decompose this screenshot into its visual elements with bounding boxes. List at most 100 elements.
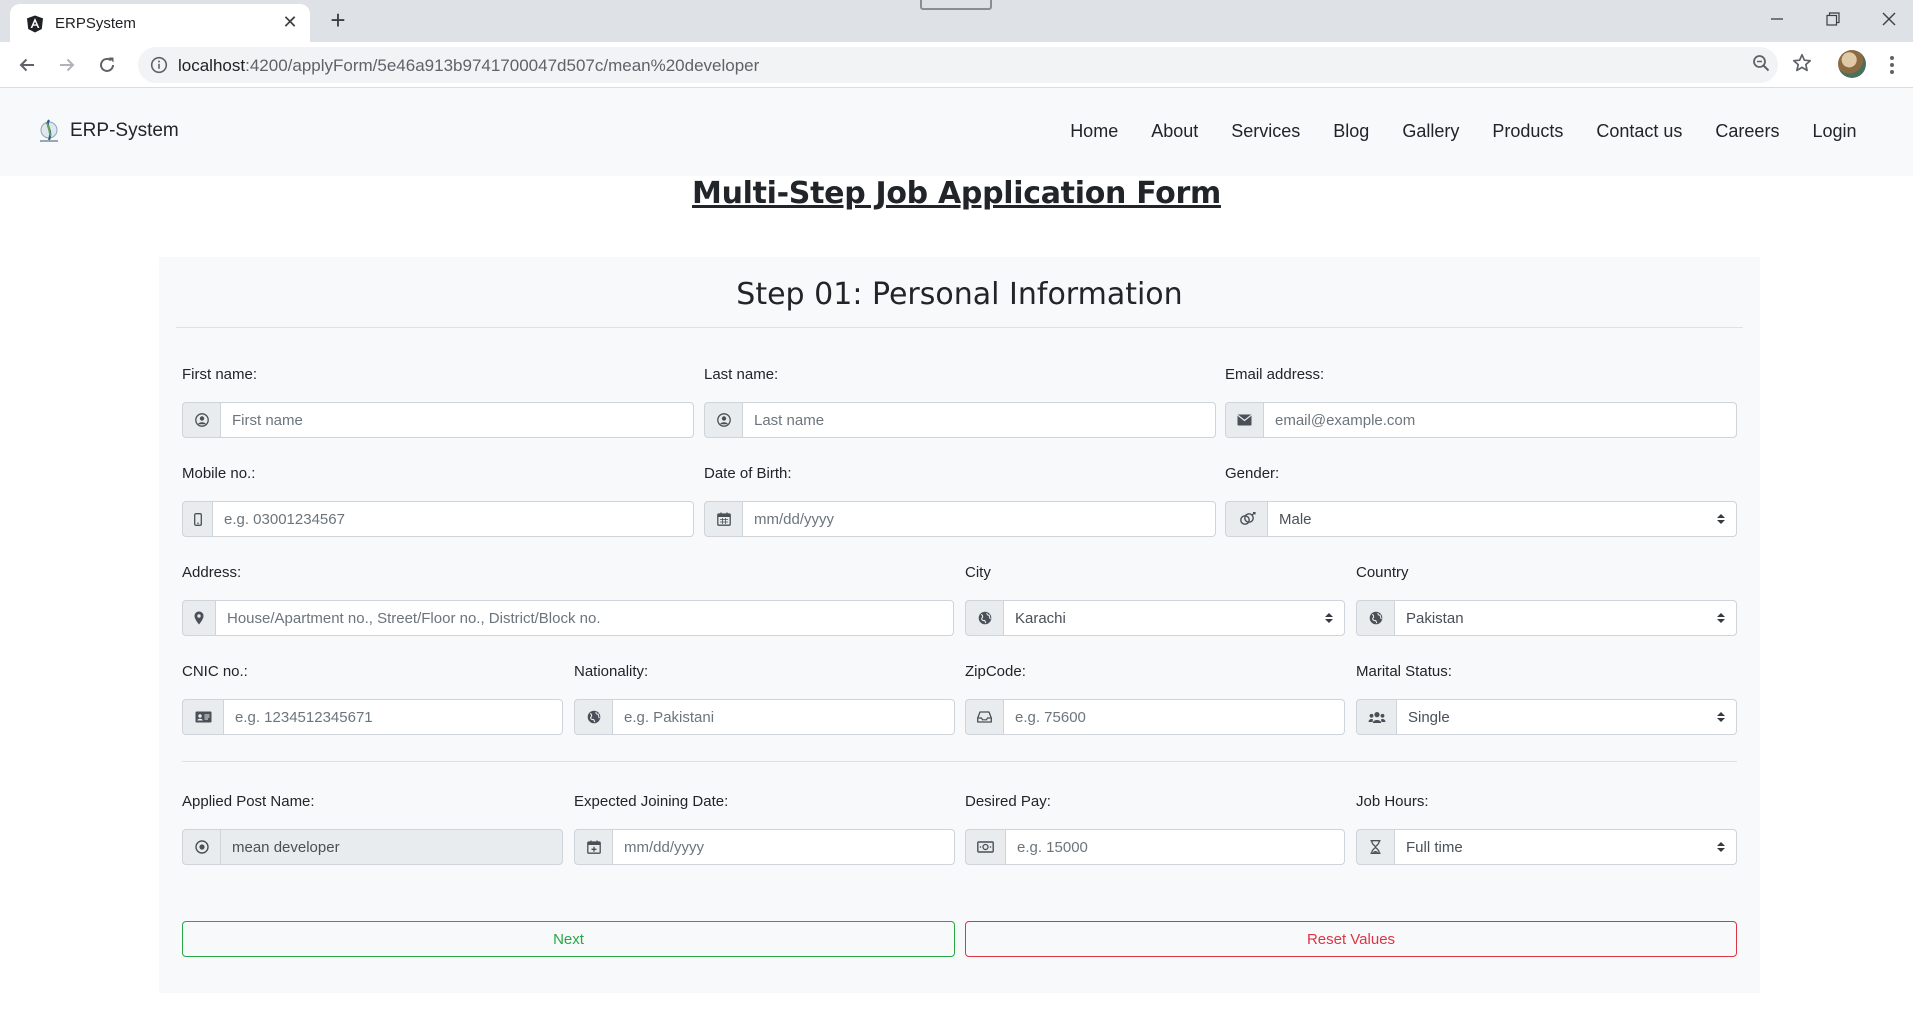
gender-group: Gender: Male xyxy=(1225,465,1737,537)
job-hours-select[interactable]: Full time xyxy=(1394,829,1737,865)
address-label: Address: xyxy=(182,564,242,581)
desired-pay-input[interactable]: e.g. 15000 xyxy=(1005,829,1345,865)
last-name-input[interactable]: Last name xyxy=(742,402,1216,438)
url-text[interactable]: localhost:4200/applyForm/5e46a913b974170… xyxy=(178,56,759,76)
select-caret-icon xyxy=(1717,514,1725,524)
reload-icon[interactable] xyxy=(92,50,122,80)
country-label: Country xyxy=(1356,564,1409,581)
money-bill-icon xyxy=(965,829,1005,865)
forward-icon[interactable] xyxy=(52,50,82,80)
browser-tab-strip: ERPSystem ✕ + xyxy=(0,0,1913,42)
marital-status-label: Marital Status: xyxy=(1356,663,1452,680)
email-input[interactable]: email@example.com xyxy=(1263,402,1737,438)
gender-select[interactable]: Male xyxy=(1267,501,1737,537)
zipcode-group: ZipCode: e.g. 75600 xyxy=(965,663,1345,735)
city-group: City Karachi xyxy=(965,564,1345,636)
divider xyxy=(182,761,1737,762)
address-group: Address: House/Apartment no., Street/Flo… xyxy=(182,564,954,636)
joining-date-input[interactable]: mm/dd/yyyy xyxy=(612,829,955,865)
browser-tab[interactable]: ERPSystem ✕ xyxy=(10,4,310,42)
country-value: Pakistan xyxy=(1406,609,1464,627)
mobile-group: Mobile no.: e.g. 03001234567 xyxy=(182,465,694,537)
city-label: City xyxy=(965,564,991,581)
email-group: Email address: email@example.com xyxy=(1225,366,1737,438)
angular-icon xyxy=(27,15,43,33)
brand-name: ERP-System xyxy=(70,120,179,141)
site-info-icon[interactable] xyxy=(150,56,168,74)
hourglass-icon xyxy=(1356,829,1394,865)
nav-link-about[interactable]: About xyxy=(1135,121,1215,142)
globe-icon xyxy=(965,600,1003,636)
first-name-input[interactable]: First name xyxy=(220,402,694,438)
desired-pay-label: Desired Pay: xyxy=(965,793,1051,810)
job-hours-label: Job Hours: xyxy=(1356,793,1429,810)
profile-avatar[interactable] xyxy=(1838,50,1866,78)
zoom-icon[interactable] xyxy=(1750,52,1772,74)
map-marker-icon xyxy=(182,600,215,636)
nav-link-home[interactable]: Home xyxy=(1054,121,1135,142)
job-hours-value: Full time xyxy=(1406,838,1463,856)
url-path: :4200/applyForm/5e46a913b9741700047d507c… xyxy=(245,56,760,75)
first-name-label: First name: xyxy=(182,366,258,383)
envelope-icon xyxy=(1225,402,1263,438)
minimize-icon[interactable] xyxy=(1757,4,1797,34)
address-bar[interactable]: localhost:4200/applyForm/5e46a913b974170… xyxy=(138,47,1778,83)
back-icon[interactable] xyxy=(12,50,42,80)
site-navbar: ERP-System Home About Services Blog Gall… xyxy=(0,88,1913,176)
restore-icon[interactable] xyxy=(1813,4,1853,34)
nav-link-gallery[interactable]: Gallery xyxy=(1386,121,1476,142)
nationality-group: Nationality: e.g. Pakistani xyxy=(574,663,955,735)
job-hours-group: Job Hours: Full time xyxy=(1356,793,1737,865)
user-circle-icon xyxy=(704,402,742,438)
url-host: localhost xyxy=(178,56,246,75)
tab-title: ERPSystem xyxy=(55,15,136,32)
brand[interactable]: ERP-System xyxy=(36,118,179,144)
bookmark-star-icon[interactable] xyxy=(1791,52,1813,74)
nav-link-login[interactable]: Login xyxy=(1796,121,1873,142)
zipcode-input[interactable]: e.g. 75600 xyxy=(1003,699,1345,735)
city-value: Karachi xyxy=(1015,609,1066,627)
close-tab-icon[interactable]: ✕ xyxy=(280,12,300,32)
users-icon xyxy=(1356,699,1396,735)
nav-link-products[interactable]: Products xyxy=(1476,121,1580,142)
calendar-icon xyxy=(704,501,742,537)
nav-link-services[interactable]: Services xyxy=(1215,121,1317,142)
cnic-input[interactable]: e.g. 1234512345671 xyxy=(223,699,563,735)
dob-input[interactable]: mm/dd/yyyy xyxy=(742,501,1216,537)
next-button[interactable]: Next xyxy=(182,921,955,957)
gender-label: Gender: xyxy=(1225,465,1280,482)
close-window-icon[interactable] xyxy=(1869,4,1909,34)
nationality-input[interactable]: e.g. Pakistani xyxy=(612,699,955,735)
reset-values-button[interactable]: Reset Values xyxy=(965,921,1737,957)
application-form-card: Step 01: Personal Information First name… xyxy=(159,257,1760,993)
select-caret-icon xyxy=(1717,613,1725,623)
city-select[interactable]: Karachi xyxy=(1003,600,1345,636)
cnic-label: CNIC no.: xyxy=(182,663,248,680)
mobile-input[interactable]: e.g. 03001234567 xyxy=(212,501,694,537)
marital-status-select[interactable]: Single xyxy=(1396,699,1737,735)
country-group: Country Pakistan xyxy=(1356,564,1737,636)
last-name-label: Last name: xyxy=(704,366,779,383)
address-input[interactable]: House/Apartment no., Street/Floor no., D… xyxy=(215,600,954,636)
nav-link-careers[interactable]: Careers xyxy=(1699,121,1796,142)
genderless-icon xyxy=(1225,501,1267,537)
select-caret-icon xyxy=(1717,842,1725,852)
page-title: Multi-Step Job Application Form xyxy=(692,176,1221,211)
first-name-group: First name: First name xyxy=(182,366,694,438)
step-title: Step 01: Personal Information xyxy=(736,277,1183,312)
nav-link-blog[interactable]: Blog xyxy=(1317,121,1386,142)
joining-date-label: Expected Joining Date: xyxy=(574,793,729,810)
browser-menu-icon[interactable] xyxy=(1880,50,1904,80)
window-drag-handle[interactable] xyxy=(920,0,992,10)
cnic-group: CNIC no.: e.g. 1234512345671 xyxy=(182,663,563,735)
country-select[interactable]: Pakistan xyxy=(1394,600,1737,636)
new-tab-icon[interactable]: + xyxy=(324,6,352,34)
nav-link-contact[interactable]: Contact us xyxy=(1580,121,1699,142)
id-card-icon xyxy=(182,699,223,735)
globe-icon xyxy=(574,699,612,735)
marital-status-value: Single xyxy=(1408,708,1450,726)
dob-group: Date of Birth: mm/dd/yyyy xyxy=(704,465,1216,537)
applied-post-input[interactable]: mean developer xyxy=(220,829,563,865)
zipcode-label: ZipCode: xyxy=(965,663,1026,680)
calendar-plus-icon xyxy=(574,829,612,865)
